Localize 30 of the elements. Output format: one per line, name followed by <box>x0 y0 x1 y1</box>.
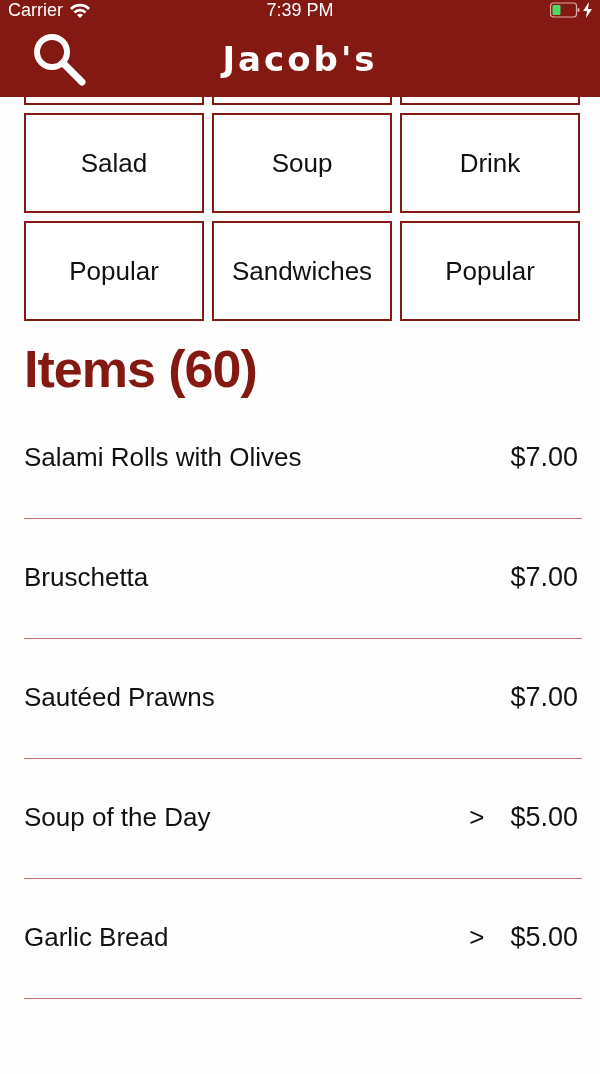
menu-item-row[interactable]: Garlic Bread > $5.00 <box>24 879 582 999</box>
item-price: $5.00 <box>510 922 578 953</box>
item-name: Soup of the Day <box>24 802 211 833</box>
chevron-text: > <box>469 922 485 953</box>
battery-icon <box>550 2 580 18</box>
wifi-icon <box>69 2 91 18</box>
app-title: Jacob's <box>222 38 378 79</box>
menu-item-row[interactable]: Salami Rolls with Olives $7.00 <box>24 399 582 519</box>
items-heading: Items (60) <box>24 339 258 399</box>
search-icon[interactable] <box>32 31 86 86</box>
item-price: $7.00 <box>510 442 578 473</box>
category-tile[interactable]: Drink <box>400 113 580 213</box>
menu-item-row[interactable]: Bruschetta $7.00 <box>24 519 582 639</box>
category-tile[interactable]: Popular <box>24 221 204 321</box>
menu-item-row[interactable]: Sautéed Prawns $7.00 <box>24 639 582 759</box>
chevron-text: > <box>469 802 485 833</box>
category-tile[interactable]: Salad <box>24 113 204 213</box>
category-tile[interactable]: Popular <box>400 221 580 321</box>
category-tile[interactable]: Sandwiches <box>212 221 392 321</box>
item-price: $7.00 <box>510 682 578 713</box>
item-price: $5.00 <box>510 802 578 833</box>
menu-item-row[interactable]: Soup of the Day > $5.00 <box>24 759 582 879</box>
item-name: Garlic Bread <box>24 922 169 953</box>
carrier-name: Carrier <box>8 0 63 21</box>
item-name: Bruschetta <box>24 562 149 593</box>
item-name: Salami Rolls with Olives <box>24 442 302 473</box>
category-tile[interactable]: Soup <box>212 113 392 213</box>
item-price: $7.00 <box>510 562 578 593</box>
clock-time: 7:39 PM <box>266 0 334 20</box>
item-name: Sautéed Prawns <box>24 682 215 713</box>
